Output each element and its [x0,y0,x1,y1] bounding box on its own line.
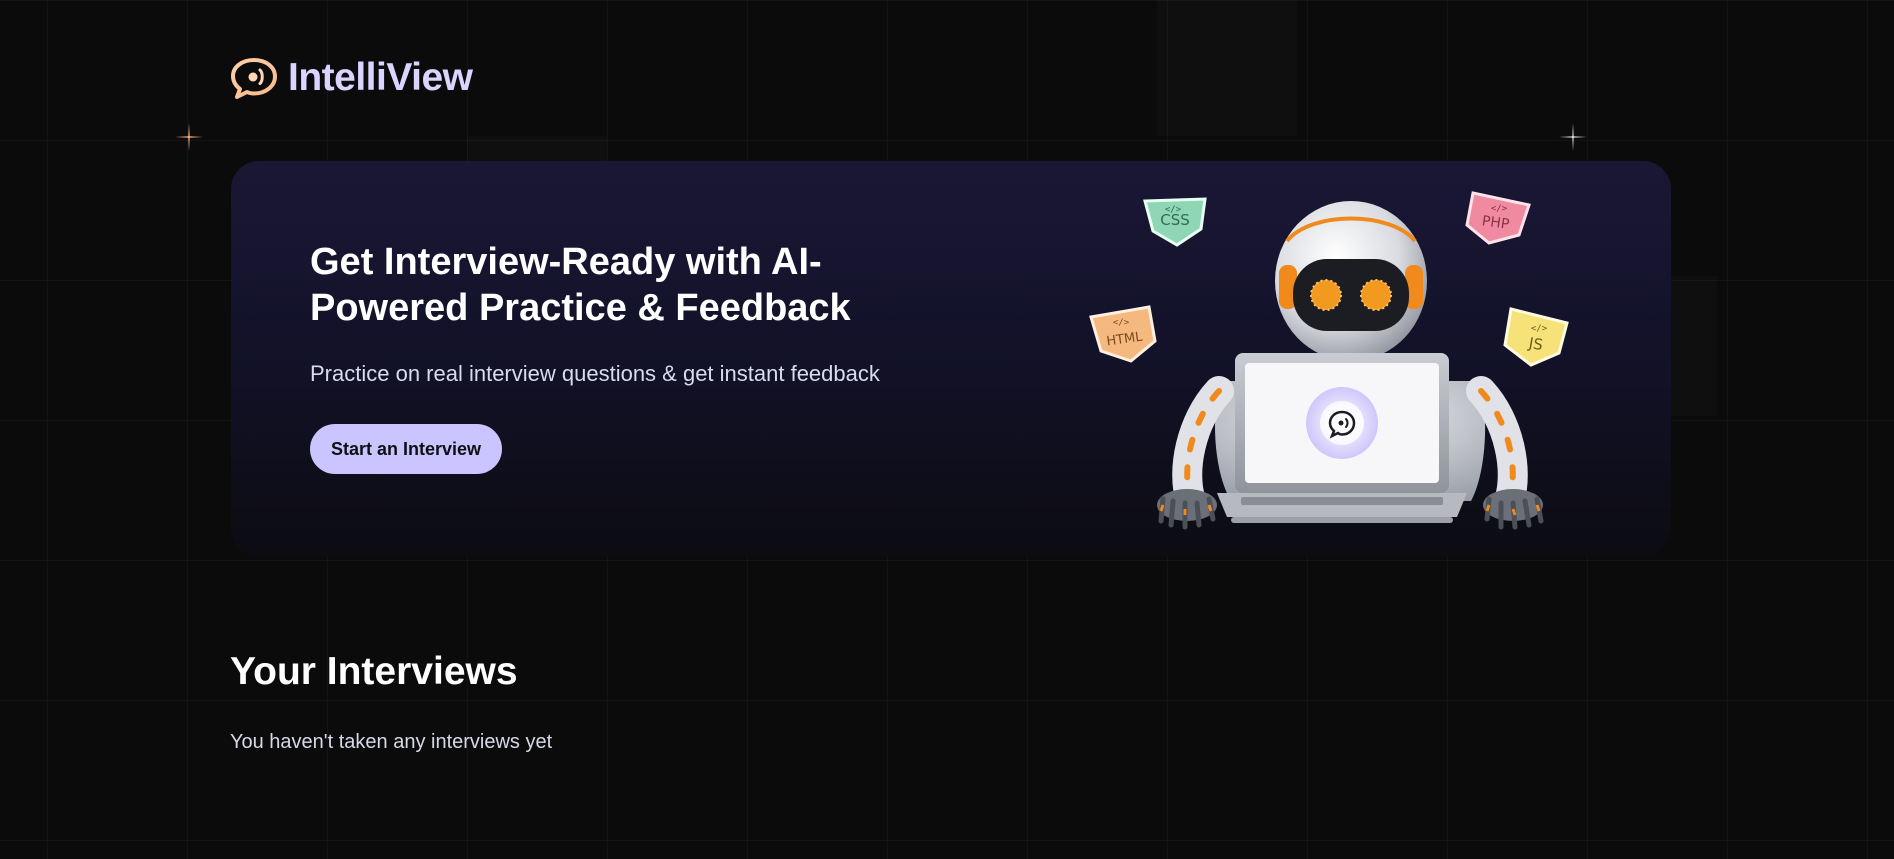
css-badge-icon: CSS </> [1143,197,1207,247]
php-badge-icon: PHP </> [1465,191,1531,245]
chat-bubble-icon [231,58,277,99]
sparkle-icon [175,123,203,151]
robot-head [1275,201,1427,361]
js-badge-icon: JS </> [1503,307,1569,367]
sparkle-icon [1559,123,1587,151]
hero-banner: Get Interview-Ready with AI-Powered Prac… [231,161,1671,556]
svg-text:</>: </> [1531,324,1548,334]
laptop [1217,353,1467,523]
app-name: IntelliView [288,56,473,99]
interviews-section-title: Your Interviews [230,650,518,693]
robot-illustration: CSS </> PHP </> HTML </> JS </> [1089,191,1569,530]
robot-hand-left [1157,489,1217,530]
svg-text:</>: </> [1165,205,1182,215]
svg-text:JS: JS [1526,334,1544,354]
hero-subtitle: Practice on real interview questions & g… [310,361,880,386]
background-tile [1157,0,1297,136]
svg-text:</>: </> [1113,318,1130,328]
hero-title: Get Interview-Ready with AI-Powered Prac… [310,241,851,329]
start-interview-button[interactable]: Start an Interview [310,424,502,474]
robot-hand-right [1483,489,1544,530]
svg-text:</>: </> [1491,204,1508,214]
html-badge-icon: HTML </> [1089,305,1157,363]
empty-state-message: You haven't taken any interviews yet [230,731,553,753]
app-logo[interactable]: IntelliView [230,56,473,100]
page: IntelliView Get Interview-Ready with AI-… [0,0,1894,859]
